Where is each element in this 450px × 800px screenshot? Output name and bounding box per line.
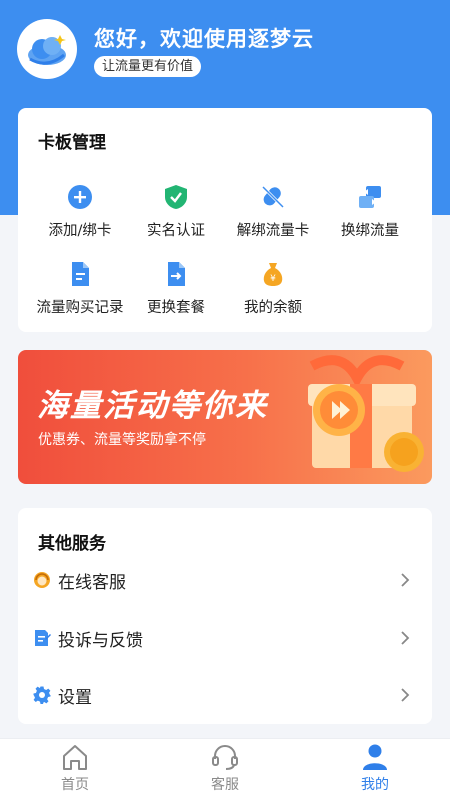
complaint-feedback-row[interactable]: 投诉与反馈 <box>18 616 432 660</box>
online-service-row[interactable]: 在线客服 <box>18 558 432 602</box>
grid-item-label: 更换套餐 <box>147 300 205 316</box>
promo-banner[interactable]: 海量活动等你来 优惠券、流量等奖励拿不停 <box>18 350 432 484</box>
add-bind-card-button[interactable]: 添加/绑卡 <box>31 184 129 240</box>
home-icon <box>63 745 87 770</box>
tab-label: 客服 <box>211 777 239 793</box>
card-management-panel: 卡板管理 添加/绑卡 实名认证 解绑流量卡 换绑流量 流量购买记录 更换套餐 ¥… <box>18 108 432 332</box>
greeting-text: 您好，欢迎使用逐梦云 <box>94 27 314 51</box>
feedback-icon <box>35 630 51 646</box>
purchase-records-button[interactable]: 流量购买记录 <box>31 261 129 317</box>
grid-item-label: 实名认证 <box>147 223 205 239</box>
grid-item-label: 换绑流量 <box>341 223 399 239</box>
tab-label: 首页 <box>61 777 89 793</box>
tab-label: 我的 <box>361 777 389 793</box>
user-icon <box>363 744 387 770</box>
exchange-document-icon <box>168 262 185 286</box>
other-services-panel: 其他服务 在线客服 投诉与反馈 设置 <box>18 508 432 724</box>
chevron-right-icon <box>401 688 410 702</box>
grid-item-label: 添加/绑卡 <box>48 223 112 239</box>
headset-icon <box>212 745 238 770</box>
banner-title: 海量活动等你来 <box>37 388 268 424</box>
settings-row[interactable]: 设置 <box>18 673 432 717</box>
unlink-icon <box>261 185 285 209</box>
banner-subtitle: 优惠券、流量等奖励拿不停 <box>38 432 206 448</box>
gift-box-icon <box>308 355 424 472</box>
grid-item-label: 解绑流量卡 <box>236 223 310 239</box>
real-name-auth-button[interactable]: 实名认证 <box>127 184 225 240</box>
shield-check-icon <box>165 185 187 209</box>
swap-icon <box>359 186 381 208</box>
chevron-right-icon <box>401 573 410 587</box>
bottom-tab-bar: 首页 客服 我的 <box>0 738 450 800</box>
avatar[interactable] <box>17 19 77 79</box>
row-label: 在线客服 <box>58 572 126 593</box>
rebind-traffic-button[interactable]: 换绑流量 <box>321 184 419 240</box>
money-bag-icon: ¥ <box>263 263 283 286</box>
gear-icon <box>33 686 51 704</box>
plus-circle-icon <box>68 185 92 209</box>
tab-mine[interactable]: 我的 <box>320 742 430 794</box>
svg-text:¥: ¥ <box>270 274 276 284</box>
tab-home[interactable]: 首页 <box>20 742 130 794</box>
tab-customer-service[interactable]: 客服 <box>170 742 280 794</box>
document-icon <box>72 262 89 286</box>
my-balance-button[interactable]: ¥ 我的余额 <box>224 261 322 317</box>
change-plan-button[interactable]: 更换套餐 <box>127 261 225 317</box>
chevron-right-icon <box>401 631 410 645</box>
customer-service-icon <box>34 572 50 588</box>
slogan-badge: 让流量更有价值 <box>94 56 202 77</box>
row-label: 设置 <box>58 687 92 708</box>
row-label: 投诉与反馈 <box>58 630 143 651</box>
grid-item-label: 流量购买记录 <box>36 300 124 316</box>
unbind-card-button[interactable]: 解绑流量卡 <box>224 184 322 240</box>
section-title: 其他服务 <box>38 534 106 554</box>
cloud-logo-icon <box>28 35 66 65</box>
section-title: 卡板管理 <box>38 133 106 153</box>
grid-item-label: 我的余额 <box>244 300 302 316</box>
